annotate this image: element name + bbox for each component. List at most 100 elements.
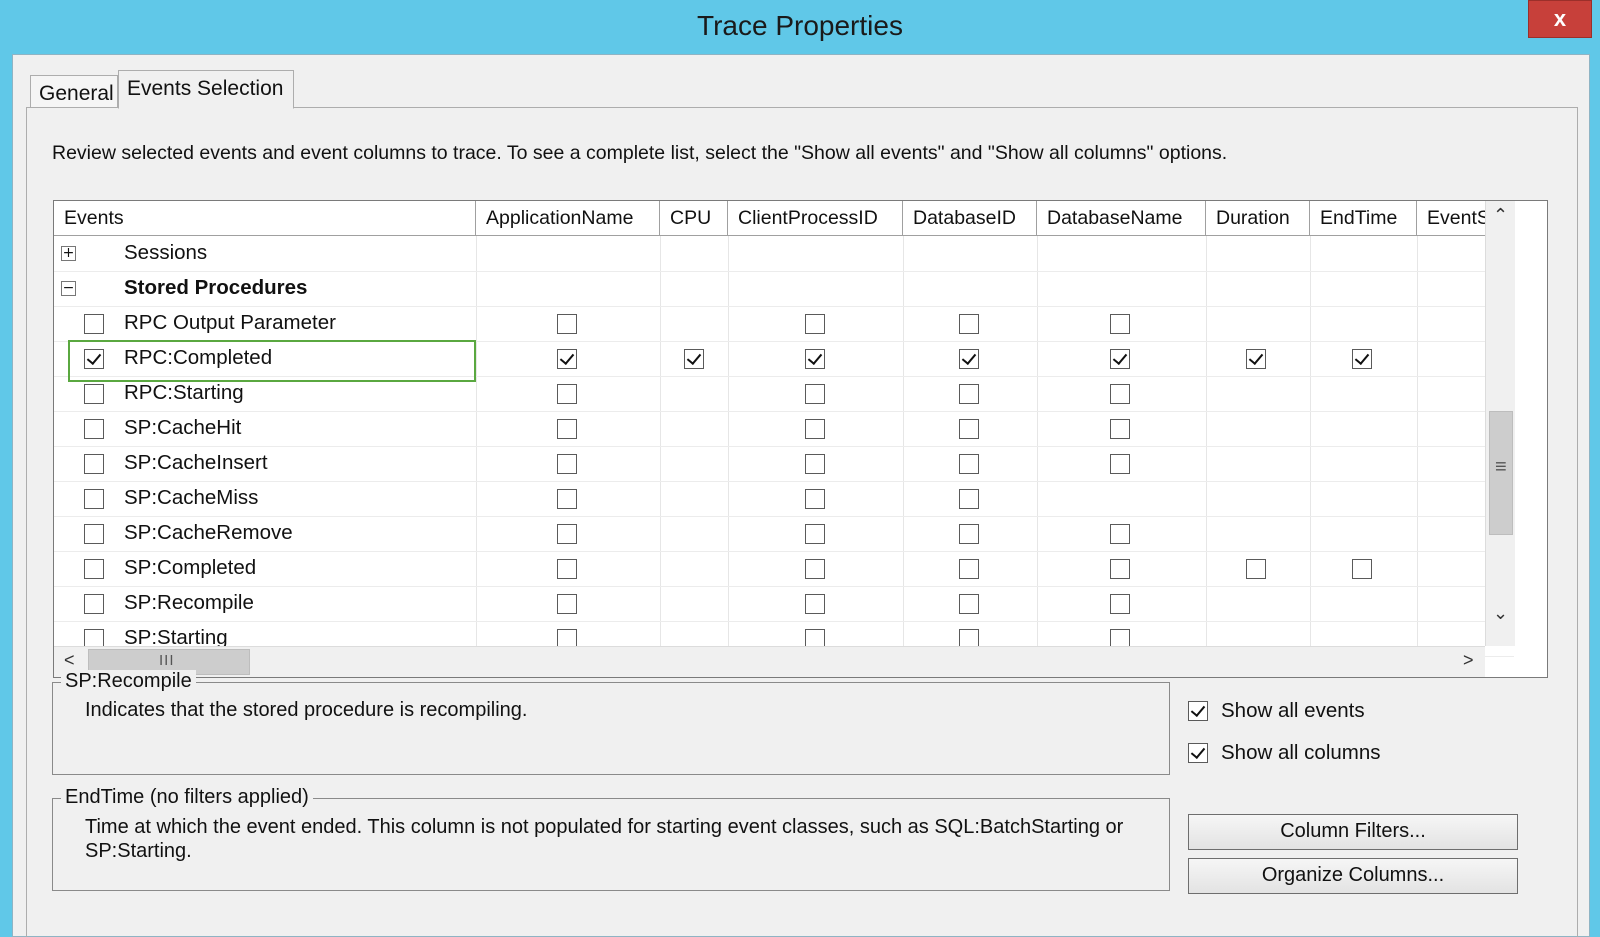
events-grid: Events ApplicationName CPU ClientProcessID D… bbox=[53, 200, 1548, 678]
event-row[interactable]: SP:CacheMiss bbox=[54, 481, 1514, 517]
event-checkbox[interactable] bbox=[84, 419, 104, 439]
event-label: SP:Completed bbox=[124, 556, 257, 579]
column-checkbox[interactable] bbox=[557, 349, 577, 369]
column-checkbox[interactable] bbox=[557, 419, 577, 439]
event-label: SP:Recompile bbox=[124, 591, 254, 614]
scroll-right-icon[interactable]: > bbox=[1463, 650, 1474, 671]
column-checkbox[interactable] bbox=[1110, 524, 1130, 544]
column-header[interactable]: CPU bbox=[660, 201, 728, 236]
column-checkbox[interactable] bbox=[1352, 349, 1372, 369]
column-checkbox[interactable] bbox=[1110, 559, 1130, 579]
column-checkbox[interactable] bbox=[959, 419, 979, 439]
column-checkbox[interactable] bbox=[805, 594, 825, 614]
column-header[interactable]: Events bbox=[54, 201, 476, 236]
column-checkbox[interactable] bbox=[805, 559, 825, 579]
column-checkbox[interactable] bbox=[1246, 349, 1266, 369]
horizontal-scrollbar[interactable]: < III > bbox=[54, 646, 1485, 677]
column-header[interactable]: EventS bbox=[1417, 201, 1492, 236]
column-checkbox[interactable] bbox=[959, 454, 979, 474]
column-checkbox[interactable] bbox=[805, 314, 825, 334]
column-checkbox[interactable] bbox=[1110, 454, 1130, 474]
event-description-group: SP:Recompile Indicates that the stored p… bbox=[52, 670, 1170, 775]
column-header[interactable]: DatabaseID bbox=[903, 201, 1037, 236]
grip-icon: ≡ bbox=[1495, 456, 1507, 478]
column-checkbox[interactable] bbox=[805, 349, 825, 369]
column-checkbox[interactable] bbox=[1110, 419, 1130, 439]
column-checkbox[interactable] bbox=[557, 454, 577, 474]
event-checkbox[interactable] bbox=[84, 454, 104, 474]
show-all-columns-option[interactable]: Show all columns bbox=[1188, 741, 1488, 767]
column-description-title: EndTime (no filters applied) bbox=[61, 786, 313, 809]
column-checkbox[interactable] bbox=[959, 489, 979, 509]
column-checkbox[interactable] bbox=[557, 384, 577, 404]
column-checkbox[interactable] bbox=[557, 489, 577, 509]
category-label: Stored Procedures bbox=[124, 276, 308, 299]
event-row[interactable]: RPC Output Parameter bbox=[54, 306, 1514, 342]
event-row[interactable]: SP:CacheHit bbox=[54, 411, 1514, 447]
tab-general[interactable]: General bbox=[30, 75, 118, 107]
column-checkbox[interactable] bbox=[959, 314, 979, 334]
show-all-events-checkbox[interactable] bbox=[1188, 701, 1208, 721]
event-row[interactable]: SP:CacheRemove bbox=[54, 516, 1514, 552]
event-checkbox[interactable] bbox=[84, 594, 104, 614]
column-checkbox[interactable] bbox=[1352, 559, 1372, 579]
event-checkbox[interactable] bbox=[84, 384, 104, 404]
column-header[interactable]: EndTime bbox=[1310, 201, 1417, 236]
column-checkbox[interactable] bbox=[557, 524, 577, 544]
event-row[interactable]: SP:Completed bbox=[54, 551, 1514, 587]
category-row[interactable]: − Stored Procedures bbox=[54, 271, 1514, 307]
scroll-up-icon[interactable]: ⌃ bbox=[1493, 205, 1508, 226]
event-checkbox[interactable] bbox=[84, 559, 104, 579]
show-all-columns-checkbox[interactable] bbox=[1188, 743, 1208, 763]
tab-events-selection[interactable]: Events Selection bbox=[118, 70, 294, 109]
column-checkbox[interactable] bbox=[1246, 559, 1266, 579]
column-description-group: EndTime (no filters applied) Time at whi… bbox=[52, 786, 1170, 891]
column-checkbox[interactable] bbox=[959, 594, 979, 614]
column-checkbox[interactable] bbox=[805, 524, 825, 544]
column-filters-button[interactable]: Column Filters... bbox=[1188, 814, 1518, 850]
column-checkbox[interactable] bbox=[557, 314, 577, 334]
event-label: SP:CacheRemove bbox=[124, 521, 293, 544]
column-checkbox[interactable] bbox=[1110, 314, 1130, 334]
intro-text: Review selected events and event columns… bbox=[52, 142, 1228, 164]
scroll-left-icon[interactable]: < bbox=[64, 650, 75, 671]
close-button[interactable]: x bbox=[1528, 0, 1592, 38]
event-row[interactable]: RPC:Starting bbox=[54, 376, 1514, 412]
scroll-down-icon[interactable]: ⌄ bbox=[1493, 603, 1508, 624]
column-checkbox[interactable] bbox=[557, 594, 577, 614]
event-checkbox[interactable] bbox=[84, 489, 104, 509]
show-all-columns-label: Show all columns bbox=[1221, 741, 1381, 764]
column-header[interactable]: DatabaseName bbox=[1037, 201, 1206, 236]
event-checkbox[interactable] bbox=[84, 524, 104, 544]
event-row[interactable]: SP:Recompile bbox=[54, 586, 1514, 622]
column-checkbox[interactable] bbox=[959, 384, 979, 404]
column-header[interactable]: Duration bbox=[1206, 201, 1310, 236]
column-checkbox[interactable] bbox=[1110, 594, 1130, 614]
event-label: SP:CacheInsert bbox=[124, 451, 268, 474]
column-checkbox[interactable] bbox=[557, 559, 577, 579]
column-header[interactable]: ApplicationName bbox=[476, 201, 660, 236]
category-label: Sessions bbox=[124, 241, 208, 264]
column-checkbox[interactable] bbox=[959, 349, 979, 369]
column-checkbox[interactable] bbox=[959, 559, 979, 579]
column-checkbox[interactable] bbox=[805, 419, 825, 439]
organize-columns-button[interactable]: Organize Columns... bbox=[1188, 858, 1518, 894]
column-checkbox[interactable] bbox=[959, 524, 979, 544]
title-bar: Trace Properties x bbox=[0, 0, 1600, 54]
event-row[interactable]: SP:CacheInsert bbox=[54, 446, 1514, 482]
column-checkbox[interactable] bbox=[684, 349, 704, 369]
column-header[interactable]: ClientProcessID bbox=[728, 201, 903, 236]
column-checkbox[interactable] bbox=[805, 454, 825, 474]
vertical-scroll-thumb[interactable]: ≡ bbox=[1489, 411, 1513, 535]
expand-icon[interactable]: + bbox=[61, 246, 76, 261]
vertical-scrollbar[interactable]: ⌃ ≡ ⌄ bbox=[1485, 201, 1515, 646]
collapse-icon[interactable]: − bbox=[61, 281, 76, 296]
column-checkbox[interactable] bbox=[805, 384, 825, 404]
show-all-events-option[interactable]: Show all events bbox=[1188, 699, 1488, 725]
column-checkbox[interactable] bbox=[805, 489, 825, 509]
column-checkbox[interactable] bbox=[1110, 384, 1130, 404]
column-checkbox[interactable] bbox=[1110, 349, 1130, 369]
event-checkbox[interactable] bbox=[84, 314, 104, 334]
category-row[interactable]: + Sessions bbox=[54, 236, 1514, 272]
event-label: RPC:Starting bbox=[124, 381, 244, 404]
